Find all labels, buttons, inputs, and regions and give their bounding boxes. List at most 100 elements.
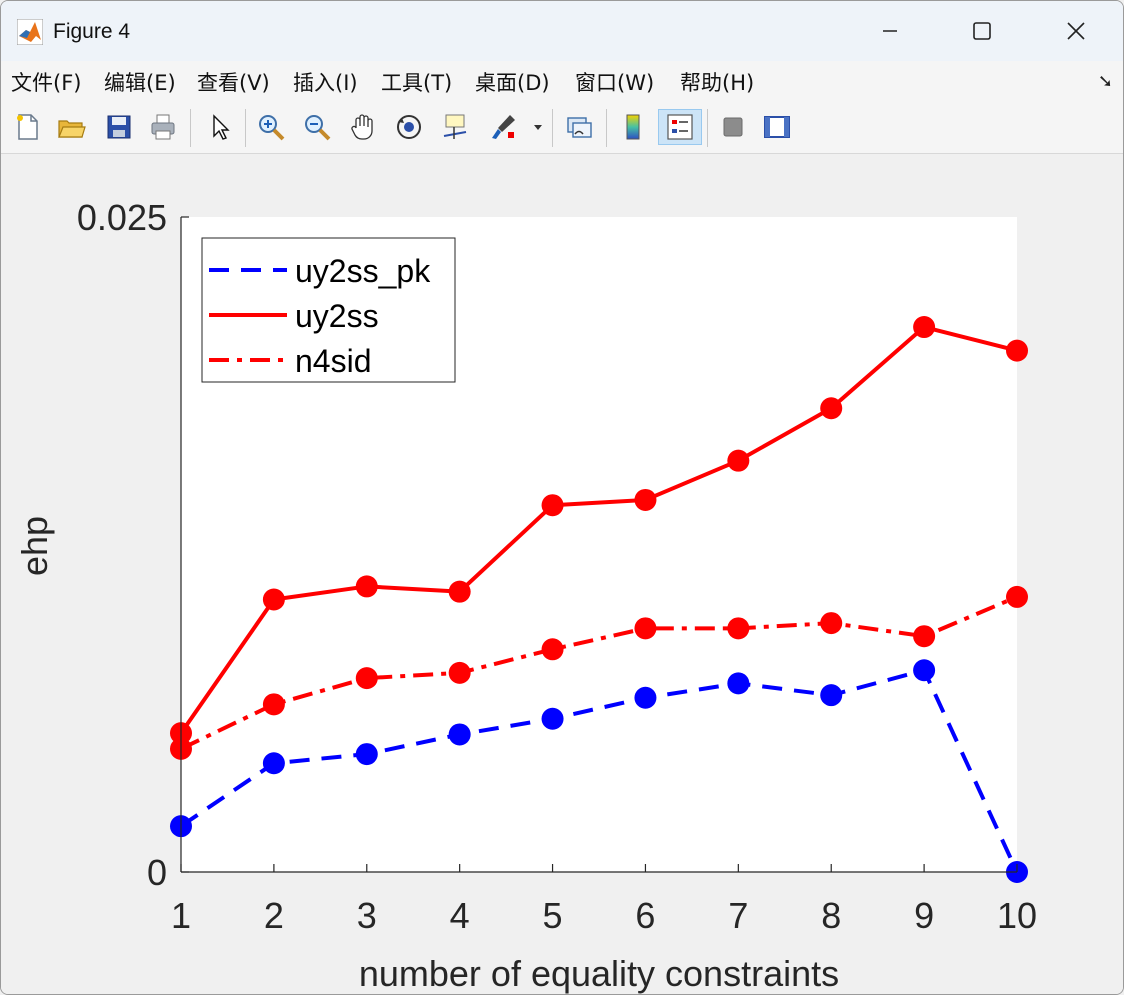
data-point-n4sid[interactable] (262, 693, 285, 716)
show-plot-tools-icon (764, 116, 790, 138)
minimize-button[interactable] (867, 11, 913, 51)
data-point-uy2ss[interactable] (1006, 339, 1028, 362)
data-point-uy2ss_pk[interactable] (634, 686, 657, 709)
window-title: Figure 4 (53, 20, 131, 43)
pan-button[interactable] (345, 109, 381, 145)
x-tick-label: 10 (997, 895, 1037, 936)
line-chart[interactable]: 1 2 3 4 5 6 7 8 9 10 0 0.025 number of equality con… (1, 154, 1123, 994)
rotate-3d-icon (397, 115, 421, 139)
x-tick-label: 6 (635, 895, 655, 936)
data-point-uy2ss_pk[interactable] (355, 743, 378, 766)
show-plot-tools-button[interactable] (759, 109, 795, 145)
toolbar-separator (245, 109, 246, 147)
figure-toolbar (1, 101, 1123, 154)
toolbar-separator (190, 109, 191, 147)
data-point-uy2ss[interactable] (262, 588, 285, 611)
data-point-uy2ss[interactable] (448, 580, 471, 603)
hide-plot-tools-icon (723, 117, 743, 137)
dock-arrow-icon[interactable]: ➘ (1098, 71, 1113, 92)
data-point-n4sid[interactable] (727, 617, 750, 640)
data-cursor-icon (443, 114, 467, 139)
toolbar-separator (552, 109, 553, 147)
brush-button[interactable] (485, 109, 521, 145)
zoom-out-button[interactable] (299, 109, 335, 145)
data-point-n4sid[interactable] (820, 612, 843, 635)
data-point-uy2ss[interactable] (355, 575, 378, 598)
data-point-uy2ss[interactable] (541, 494, 564, 517)
legend[interactable]: uy2ss_pk uy2ss n4sid (201, 237, 456, 383)
toolbar-separator (606, 109, 607, 147)
menu-bar: 文件(F) 编辑(E) 查看(V) 插入(I) 工具(T) 桌面(D) 窗口(W… (1, 61, 1123, 101)
link-plot-button[interactable] (561, 109, 597, 145)
open-file-button[interactable] (53, 109, 89, 145)
matlab-logo-icon (17, 19, 43, 45)
print-button[interactable] (145, 109, 181, 145)
x-tick-label: 9 (914, 895, 934, 936)
data-point-uy2ss_pk[interactable] (727, 672, 750, 695)
maximize-button[interactable] (959, 11, 1005, 51)
x-axis-label: number of equality constraints (359, 953, 839, 994)
menu-desktop[interactable]: 桌面(D) (475, 67, 550, 97)
data-point-uy2ss_pk[interactable] (262, 752, 285, 775)
brush-dropdown-button[interactable] (529, 109, 547, 145)
legend-icon (667, 114, 693, 140)
data-point-uy2ss_pk[interactable] (913, 659, 936, 682)
zoom-out-icon (305, 115, 331, 141)
data-point-n4sid[interactable] (1006, 585, 1028, 608)
menu-view[interactable]: 查看(V) (197, 67, 270, 97)
data-point-uy2ss[interactable] (913, 316, 936, 339)
close-button[interactable] (1053, 11, 1099, 51)
open-file-icon (58, 120, 86, 138)
chevron-down-icon (534, 125, 542, 130)
x-tick-label: 5 (543, 895, 563, 936)
maximize-icon (973, 22, 991, 40)
data-point-uy2ss[interactable] (727, 449, 750, 472)
data-cursor-button[interactable] (437, 109, 473, 145)
x-tick-label: 8 (821, 895, 841, 936)
print-icon (151, 114, 175, 140)
hide-plot-tools-button[interactable] (715, 109, 751, 145)
data-point-n4sid[interactable] (541, 638, 564, 661)
data-point-n4sid[interactable] (448, 661, 471, 684)
new-figure-button[interactable] (9, 109, 45, 145)
legend-label-uy2ss_pk: uy2ss_pk (295, 253, 431, 289)
menu-edit[interactable]: 编辑(E) (104, 67, 176, 97)
data-point-uy2ss_pk[interactable] (448, 723, 471, 746)
menu-insert[interactable]: 插入(I) (293, 67, 358, 97)
y-tick-label: 0 (147, 852, 167, 893)
x-tick-label: 2 (264, 895, 284, 936)
colorbar-button[interactable] (615, 109, 651, 145)
legend-label-n4sid: n4sid (295, 343, 372, 379)
minimize-icon (883, 30, 897, 32)
y-axis-label: ehp (14, 516, 55, 576)
y-tick-label: 0.025 (77, 197, 167, 238)
data-point-n4sid[interactable] (913, 625, 936, 648)
zoom-in-button[interactable] (253, 109, 289, 145)
figure-window: Figure 4 文件(F) 编辑(E) 查看(V) 插入(I) 工具(T) 桌… (0, 0, 1124, 995)
x-tick-label: 3 (357, 895, 377, 936)
data-point-uy2ss[interactable] (634, 488, 657, 511)
pan-hand-icon (351, 114, 373, 140)
data-point-n4sid[interactable] (355, 667, 378, 690)
colorbar-icon (626, 114, 640, 140)
pointer-button[interactable] (201, 109, 237, 145)
data-point-n4sid[interactable] (634, 617, 657, 640)
data-point-uy2ss_pk[interactable] (541, 707, 564, 730)
x-tick-label: 1 (171, 895, 191, 936)
link-plot-icon (567, 117, 592, 138)
legend-label-uy2ss: uy2ss (295, 298, 379, 334)
x-tick-label: 7 (728, 895, 748, 936)
rotate-3d-button[interactable] (391, 109, 427, 145)
zoom-in-icon (259, 115, 285, 141)
menu-window[interactable]: 窗口(W) (575, 67, 654, 97)
pointer-icon (213, 114, 230, 140)
menu-tools[interactable]: 工具(T) (381, 67, 452, 97)
data-point-uy2ss_pk[interactable] (820, 684, 843, 707)
title-bar: Figure 4 (1, 1, 1123, 61)
new-figure-icon (17, 114, 38, 140)
legend-button[interactable] (658, 109, 702, 145)
menu-help[interactable]: 帮助(H) (680, 67, 754, 97)
menu-file[interactable]: 文件(F) (11, 67, 81, 97)
save-button[interactable] (101, 109, 137, 145)
data-point-uy2ss[interactable] (820, 397, 843, 420)
